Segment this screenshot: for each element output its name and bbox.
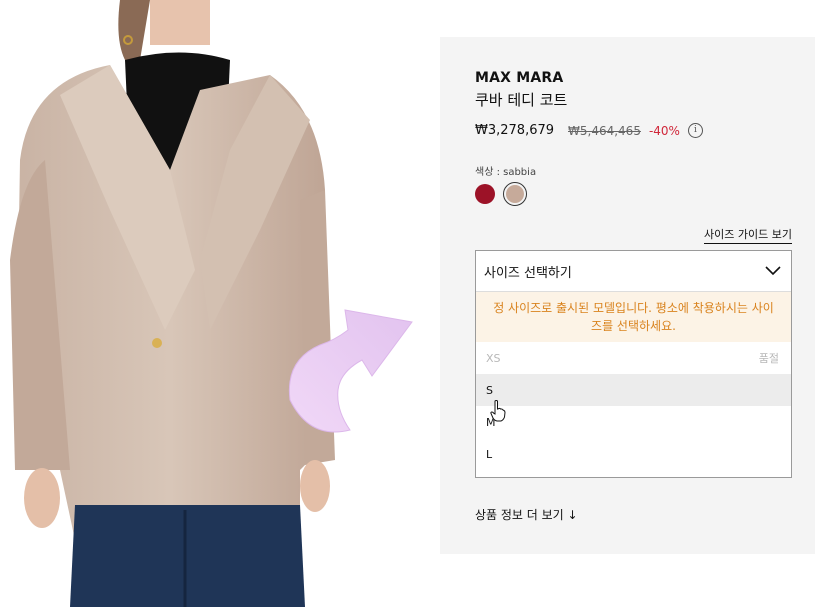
chevron-down-icon	[765, 266, 781, 276]
size-dropdown[interactable]: 사이즈 선택하기 정 사이즈로 출시된 모델입니다. 평소에 착용하시는 사이즈…	[475, 250, 792, 478]
size-option-label: S	[486, 383, 493, 397]
sold-out-label: 품절	[758, 352, 779, 365]
info-icon[interactable]: i	[687, 123, 703, 138]
brand-name: MAX MARA	[475, 70, 564, 86]
size-select-placeholder: 사이즈 선택하기	[484, 265, 572, 281]
color-swatch-red[interactable]	[475, 184, 495, 204]
product-info-panel: MAX MARA 쿠바 테디 코트 ₩3,278,679 ₩5,464,465 …	[440, 37, 815, 554]
size-notice: 정 사이즈로 출시된 모델입니다. 평소에 착용하시는 사이즈를 선택하세요.	[476, 292, 791, 342]
sale-price: ₩3,278,679	[475, 123, 555, 138]
size-select-header[interactable]: 사이즈 선택하기	[476, 251, 791, 292]
color-label: 색상 : sabbia	[475, 167, 537, 178]
hand-cursor-icon	[490, 400, 506, 422]
size-guide-link[interactable]: 사이즈 가이드 보기	[704, 226, 792, 244]
color-swatches	[475, 182, 527, 206]
size-option-xs: XS 품절	[476, 342, 791, 374]
product-image	[0, 0, 440, 607]
color-swatch-sabbia-selected[interactable]	[503, 182, 527, 206]
more-info-link[interactable]: 상품 정보 더 보기 ↓	[475, 506, 578, 523]
size-option-label: L	[486, 447, 493, 461]
size-option-m[interactable]: M	[476, 406, 791, 438]
price-row: ₩3,278,679 ₩5,464,465 -40% i	[475, 123, 703, 138]
size-option-l[interactable]: L	[476, 438, 791, 470]
discount-rate: -40%	[648, 123, 680, 138]
product-name: 쿠바 테디 코트	[475, 91, 568, 109]
size-option-s[interactable]: S	[476, 374, 791, 406]
color-swatch-sabbia	[506, 185, 524, 203]
original-price: ₩5,464,465	[568, 123, 641, 138]
size-option-label: XS	[486, 351, 501, 365]
